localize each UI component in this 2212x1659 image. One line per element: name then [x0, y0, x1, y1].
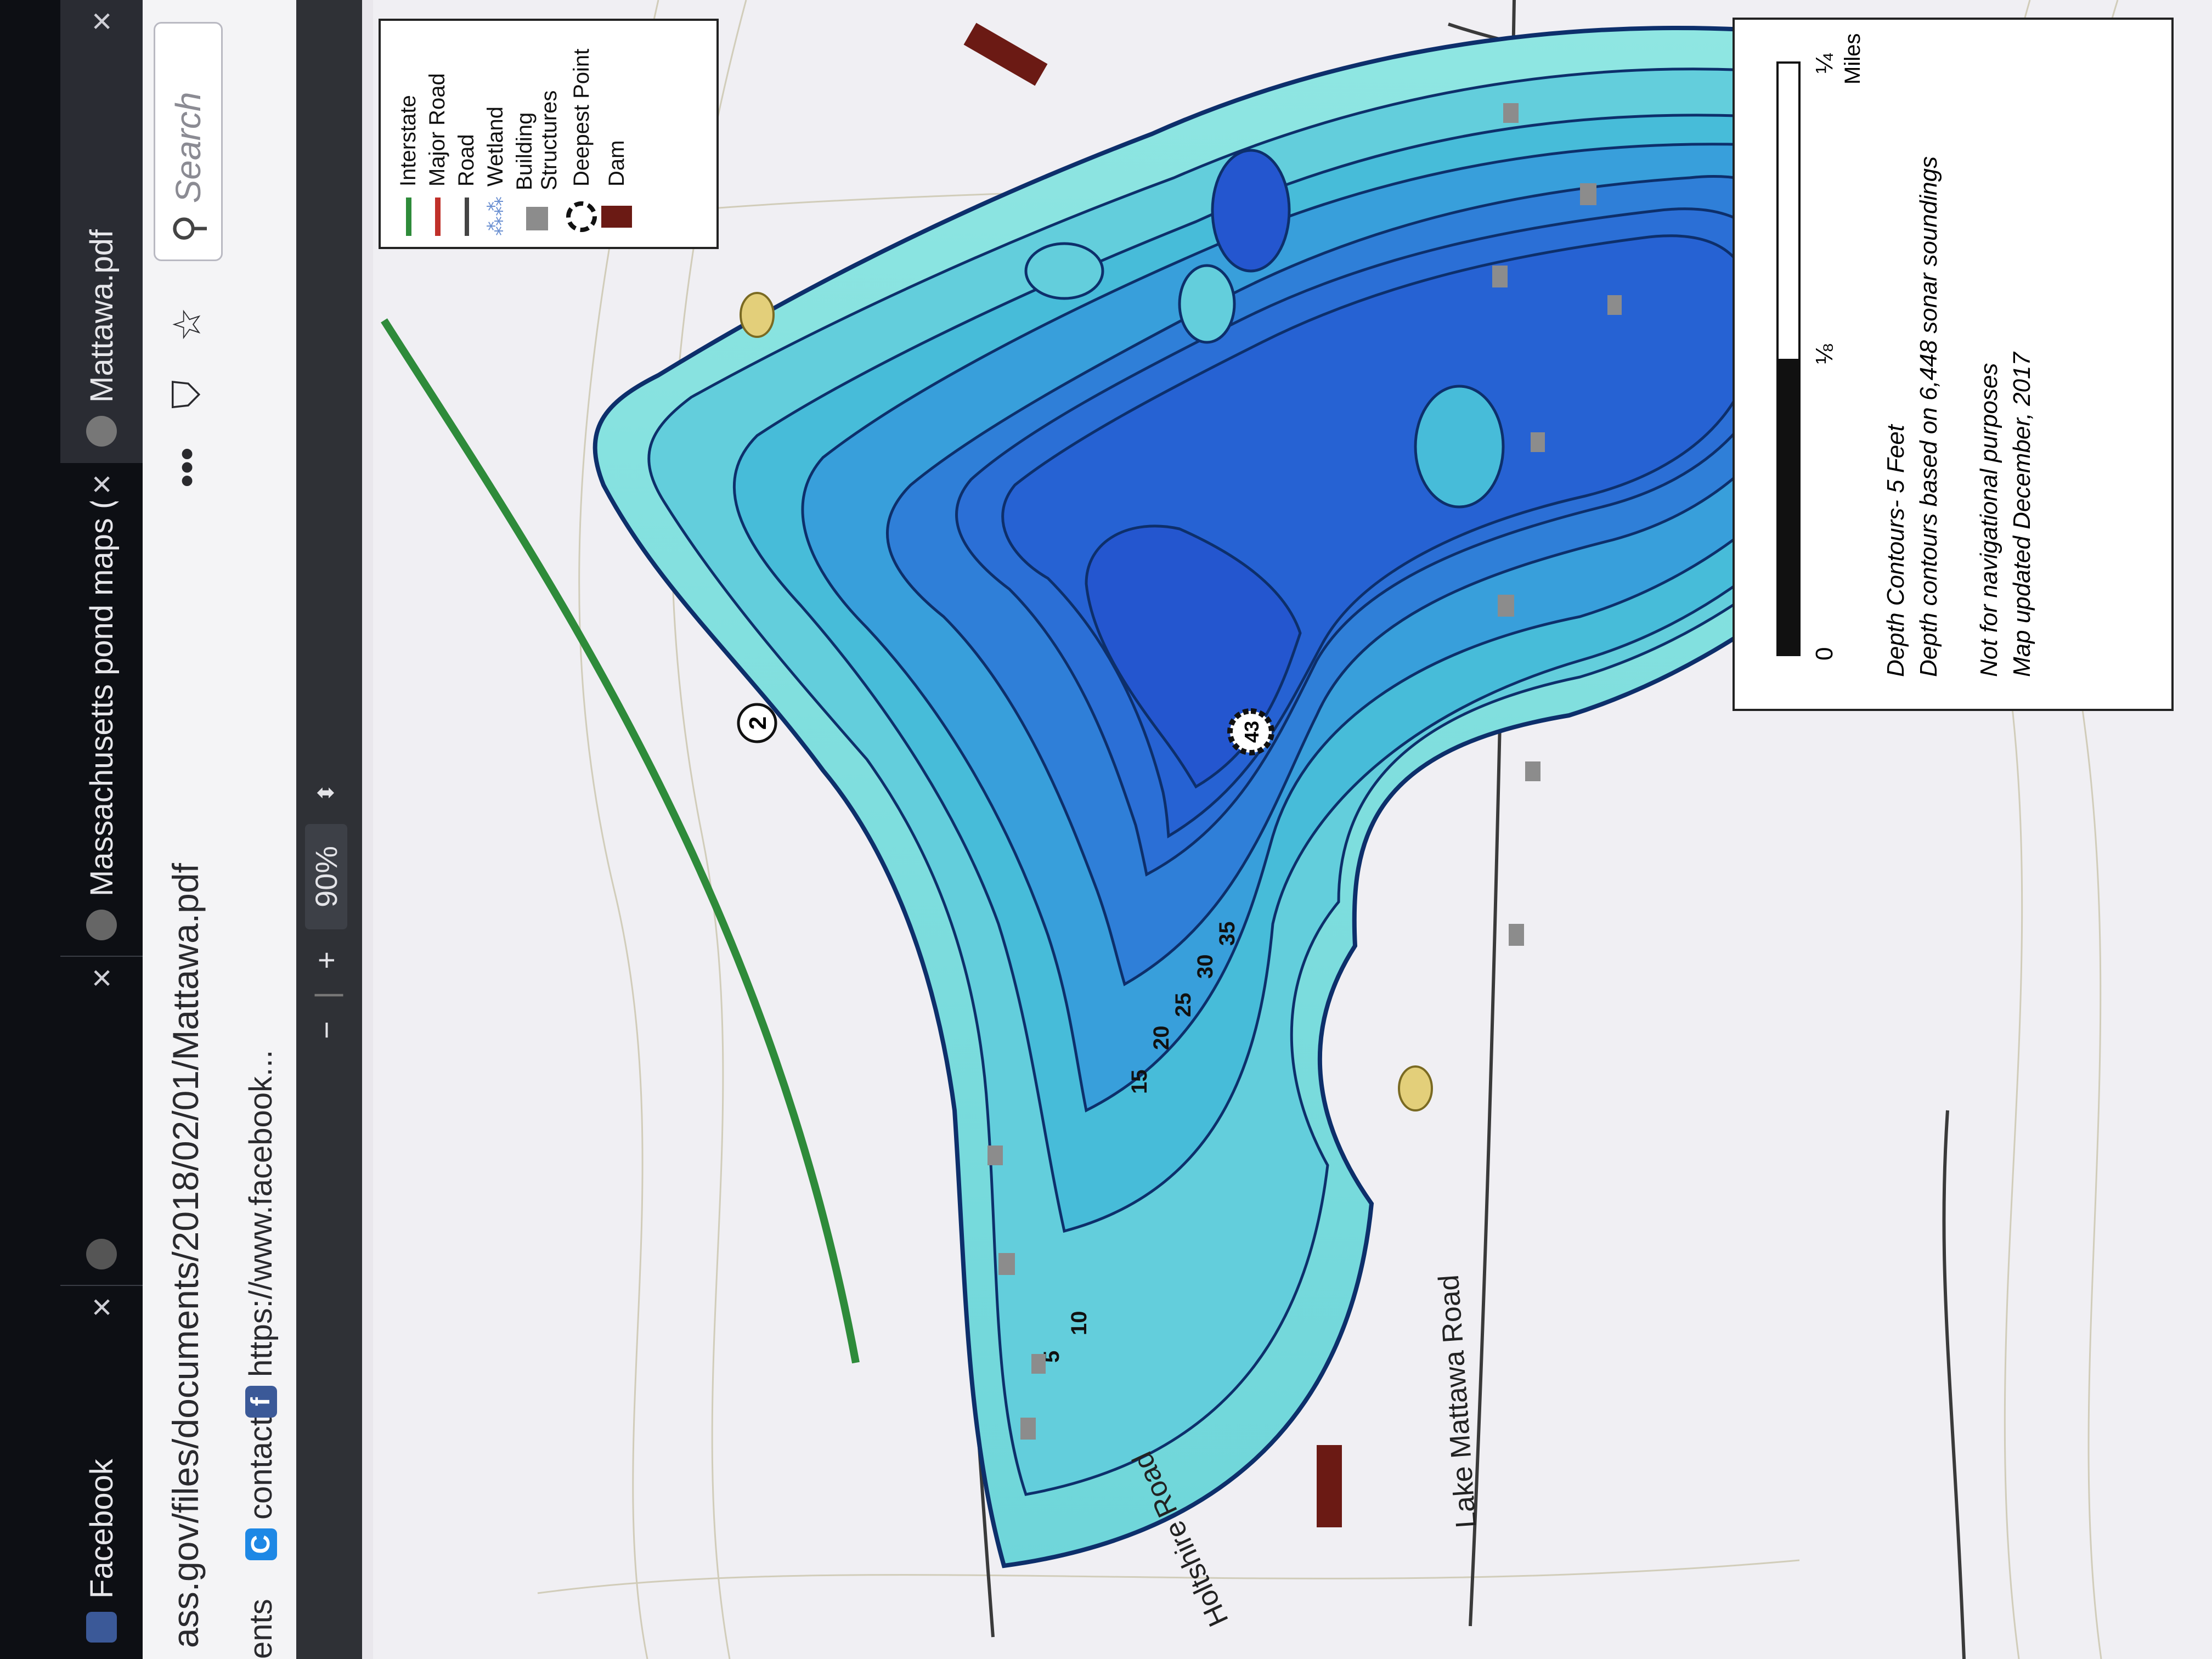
bookmark-label: contact — [243, 1417, 279, 1520]
route-shield-label: 2 — [744, 716, 771, 730]
depth-label: 25 — [1171, 993, 1195, 1018]
dam-south — [1317, 1445, 1342, 1527]
tab-mattawa[interactable]: Mattawa.pdf × — [60, 0, 143, 463]
bookmark-item[interactable]: ents — [242, 1599, 279, 1659]
generic-icon — [86, 1239, 117, 1269]
dam-north — [963, 22, 1048, 86]
bookmark-contact[interactable]: C contact — [242, 1417, 279, 1560]
legend-row-dam: Dam — [601, 32, 632, 236]
legend-label: Wetland — [483, 106, 507, 187]
scale-zero: 0 — [1811, 647, 1838, 661]
note-line: Map updated December, 2017 — [2008, 352, 2035, 677]
scale-unit: Miles — [1841, 33, 1865, 84]
tab-label: Massachusetts pond maps (sta — [83, 501, 120, 896]
depth-label: 20 — [1149, 1026, 1173, 1051]
interstate-swatch — [405, 198, 411, 236]
zoom-in-button[interactable]: + — [308, 951, 344, 969]
tab-label: Mattawa.pdf — [83, 229, 120, 403]
close-icon[interactable]: × — [81, 1297, 122, 1317]
depth-label: 35 — [1215, 922, 1239, 946]
legend-row-buildings: Building Structures — [512, 32, 562, 236]
scale-notes-box: 0 ⅛ ¼ Miles Depth Contours- 5 Feet Depth… — [1733, 18, 2174, 711]
rotated-screen: Facebook × × Massachusetts pond maps (st… — [0, 0, 2212, 1659]
road-label-lake-mattawa: Lake Mattawa Road — [1433, 1274, 1482, 1529]
bookmark-facebook[interactable]: f https://www.facebook... — [242, 1050, 279, 1418]
url-field[interactable]: ass.gov/files/documents/2018/02/01/Matta… — [165, 863, 206, 1648]
zoom-select[interactable]: 90% — [305, 823, 347, 930]
depth-label: 10 — [1067, 1311, 1091, 1336]
legend-row-wetland: ⁂⁂ Wetland — [483, 32, 508, 236]
mass-seal-icon — [86, 910, 117, 940]
contact-icon: C — [245, 1528, 277, 1560]
scale-quarter: ¼ — [1811, 53, 1838, 74]
legend-label: Major Road — [425, 73, 449, 187]
tab-generic[interactable]: × — [60, 956, 143, 1286]
page-actions: ••• ⛉ ☆ — [165, 307, 210, 488]
tab-label: Facebook — [83, 1459, 120, 1599]
tab-strip: Facebook × × Massachusetts pond maps (st… — [0, 0, 143, 1659]
legend-panel: Interstate Major Road Road ⁂⁂ Wetland Bu… — [379, 19, 719, 249]
wetland-icon: ⁂⁂ — [484, 196, 507, 236]
legend-label: Building Structures — [512, 90, 561, 190]
dam-icon — [601, 206, 632, 228]
close-icon[interactable]: × — [81, 968, 122, 988]
scale-bar-fill — [1778, 359, 1799, 655]
legend-label: Interstate — [396, 95, 420, 187]
deepest-point-icon — [566, 201, 597, 232]
legend-label: Road — [454, 134, 478, 187]
legend-row-major-road: Major Road — [425, 32, 450, 236]
search-box[interactable]: ⚲ Search — [154, 22, 223, 261]
tab-pond-maps[interactable]: Massachusetts pond maps (sta × — [60, 462, 143, 957]
depth-label: 15 — [1127, 1070, 1152, 1094]
note-line: Not for navigational purposes — [1976, 363, 2002, 677]
zoom-controls: − | + 90% ⬍ — [305, 783, 347, 1039]
tab-facebook[interactable]: Facebook × — [60, 1285, 143, 1659]
pocket-icon[interactable]: ⛉ — [165, 380, 210, 409]
close-icon[interactable]: × — [81, 11, 122, 31]
legend-row-interstate: Interstate — [396, 32, 421, 236]
legend-label: Deepest Point — [569, 48, 594, 187]
note-line: Depth Contours- 5 Feet — [1882, 424, 1909, 677]
legend-row-deepest: Deepest Point — [566, 32, 597, 236]
facebook-icon: f — [245, 1386, 277, 1418]
chevron-updown-icon[interactable]: ⬍ — [314, 783, 339, 802]
photo-stage: Facebook × × Massachusetts pond maps (st… — [0, 0, 2212, 1659]
search-icon: ⚲ — [167, 214, 211, 243]
note-line: Depth contours based on 6,448 sonar soun… — [1915, 156, 1942, 677]
pdf-page: 2 43 5 10 15 20 25 30 35 Lake Mattawa Ro… — [373, 0, 2212, 1659]
major-road-swatch — [435, 198, 441, 236]
road-swatch — [464, 198, 469, 236]
star-icon[interactable]: ☆ — [165, 307, 210, 342]
deepest-point-label: 43 — [1240, 721, 1263, 743]
legend-label: Dam — [604, 140, 629, 187]
depth-label: 30 — [1193, 955, 1217, 979]
bookmarks-bar: ents C contact f https://www.facebook... — [230, 0, 297, 1659]
more-icon[interactable]: ••• — [165, 447, 210, 488]
building-icon — [526, 206, 548, 230]
bookmark-label: https://www.facebook... — [243, 1049, 279, 1377]
legend-row-road: Road — [454, 32, 479, 236]
bookmark-label: ents — [243, 1599, 279, 1659]
scale-eighth: ⅛ — [1811, 344, 1838, 364]
close-icon[interactable]: × — [81, 474, 122, 494]
search-placeholder: Search — [168, 92, 208, 204]
address-bar: ass.gov/files/documents/2018/02/01/Matta… — [143, 0, 232, 1659]
zoom-out-button[interactable]: − — [308, 1021, 344, 1039]
pdf-toolbar: − | + 90% ⬍ — [296, 0, 362, 1659]
mass-seal-icon — [86, 416, 117, 447]
facebook-icon — [86, 1612, 117, 1643]
